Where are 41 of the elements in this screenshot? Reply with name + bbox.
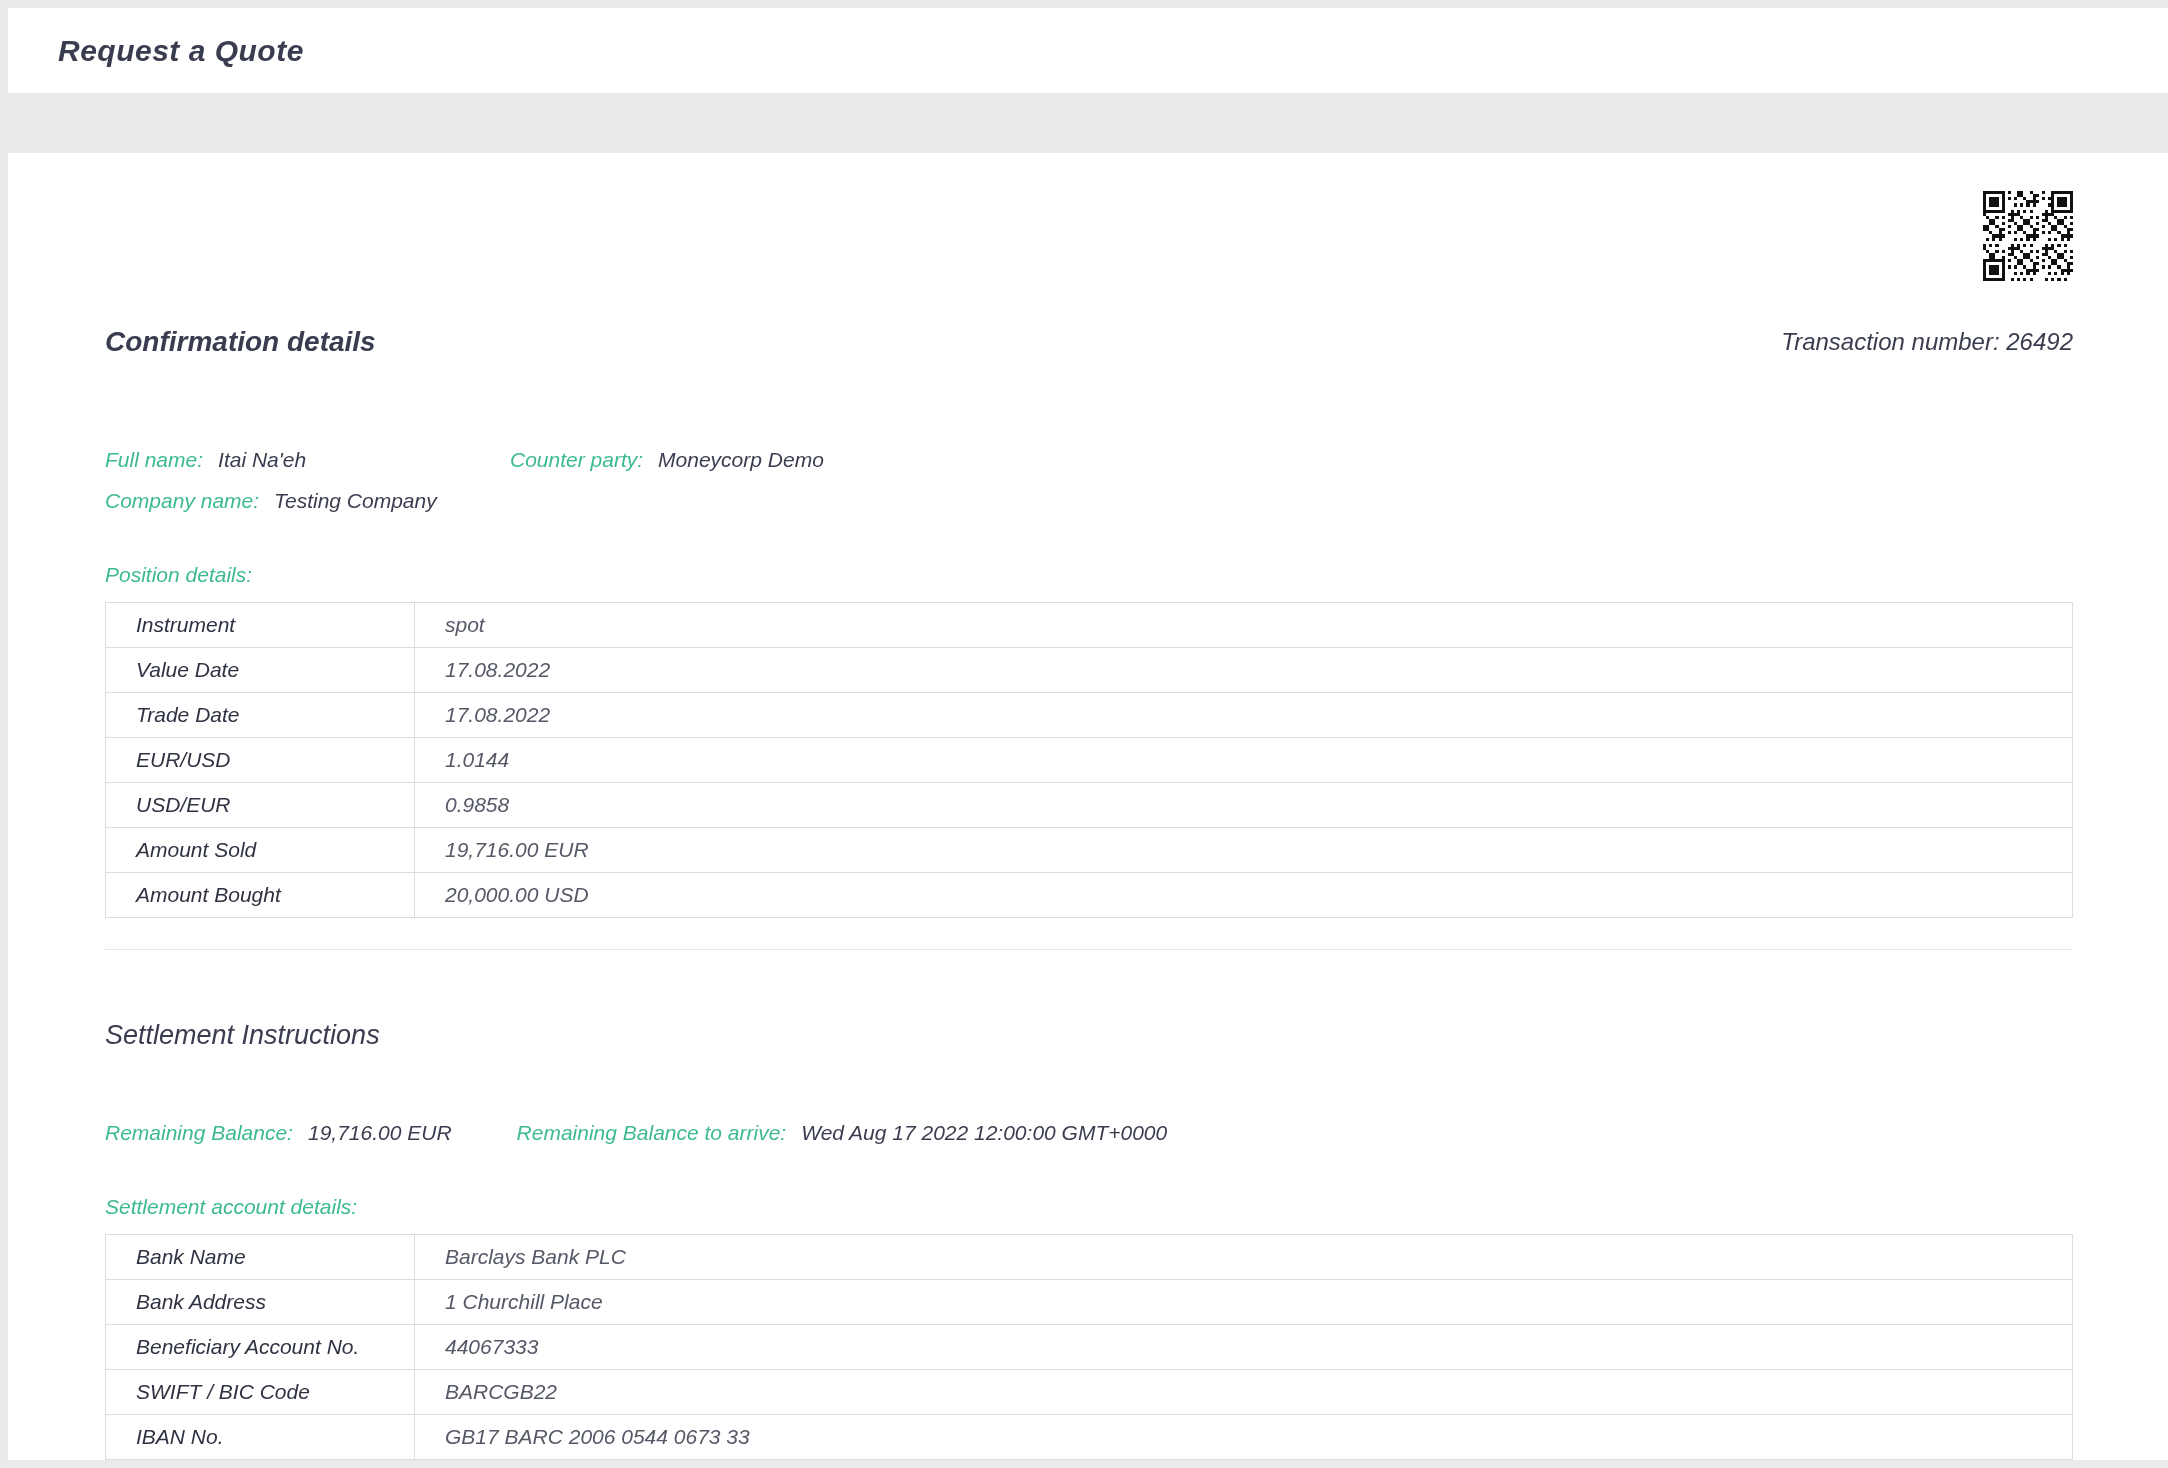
field-value: 19,716.00 EUR (307, 1121, 452, 1145)
field-label: Company name: (105, 489, 260, 513)
field-label: Remaining Balance: (105, 1121, 293, 1145)
row-label: Amount Bought (105, 872, 415, 918)
page-title: Request a Quote (58, 33, 304, 68)
section-title: Confirmation details (105, 326, 376, 358)
section-title: Settlement Instructions (105, 1020, 381, 1051)
row-label: Beneficiary Account No. (105, 1324, 415, 1370)
row-label: EUR/USD (105, 737, 415, 783)
transaction-number: Transaction number: 26492 (1781, 328, 2073, 356)
row-label: IBAN No. (105, 1414, 415, 1460)
row-value: 17.08.2022 (414, 647, 2073, 693)
row-value: BARCGB22 (414, 1369, 2073, 1415)
row-label: Value Date (105, 647, 415, 693)
row-label: Bank Name (105, 1234, 415, 1280)
row-label: Trade Date (105, 692, 415, 738)
row-label: SWIFT / BIC Code (105, 1369, 415, 1415)
row-value: 19,716.00 EUR (414, 827, 2073, 873)
subsection-title: Position details: (105, 563, 254, 587)
field-value: Wed Aug 17 2022 12:00:00 GMT+0000 (801, 1121, 1168, 1145)
field-value: Moneycorp Demo (658, 448, 824, 472)
row-value: 20,000.00 USD (414, 872, 2073, 918)
row-label: USD/EUR (105, 782, 415, 828)
row-value: 44067333 (414, 1324, 2073, 1370)
field-label: Full name: (105, 448, 204, 472)
row-value: 17.08.2022 (414, 692, 2073, 738)
row-value: 0.9858 (414, 782, 2073, 828)
row-value: spot (414, 602, 2073, 648)
row-value: 1.0144 (414, 737, 2073, 783)
row-label: Instrument (105, 602, 415, 648)
row-value: GB17 BARC 2006 0544 0673 33 (414, 1414, 2073, 1460)
row-value: 1 Churchill Place (414, 1279, 2073, 1325)
row-label: Amount Sold (105, 827, 415, 873)
subsection-title: Settlement account details: (105, 1195, 359, 1219)
qr-code-icon (1983, 191, 2073, 281)
field-label: Counter party: (510, 448, 644, 472)
field-label: Remaining Balance to arrive: (516, 1121, 787, 1145)
field-value: Testing Company (274, 489, 437, 513)
field-value: Itai Na'eh (218, 448, 307, 472)
row-value: Barclays Bank PLC (414, 1234, 2073, 1280)
row-label: Bank Address (105, 1279, 415, 1325)
